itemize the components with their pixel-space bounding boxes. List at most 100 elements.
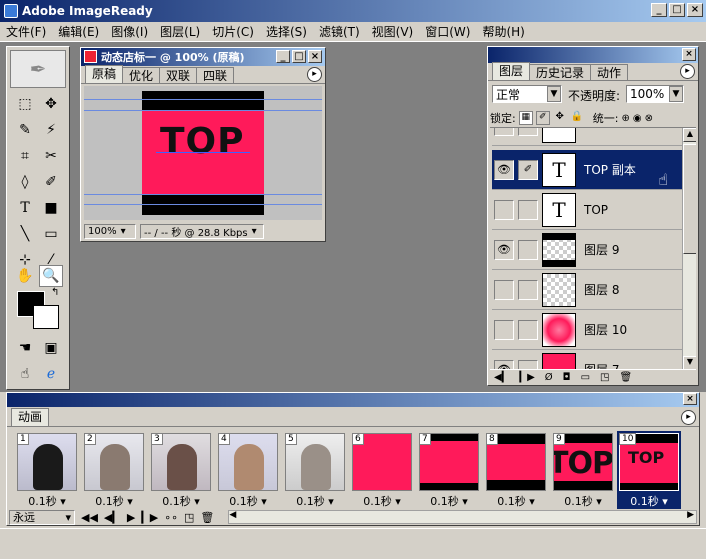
link-toggle[interactable] [518,239,538,260]
layers-scrollbar[interactable]: ▲ ▼ [682,128,696,369]
marquee-tool-icon[interactable]: ⬚ [13,93,37,115]
crop-tool-icon[interactable]: ⌗ [13,145,37,167]
new-layer-icon[interactable]: ◳ [600,372,609,383]
link-toggle[interactable] [518,128,538,136]
link-toggle[interactable] [518,319,538,340]
layer-row-7[interactable]: 👁 图层 7 [492,350,682,369]
animation-frame[interactable]: TOP 9 0.1秒 ▾ [551,431,615,509]
layer-row-top-copy[interactable]: 👁 ✐ T TOP 副本 ☝ [492,150,682,190]
tab-4up[interactable]: 四联 [196,67,235,83]
lock-all-icon[interactable]: 🔒 [570,111,584,125]
animation-frame[interactable]: 3 0.1秒 ▾ [149,431,213,509]
menu-filter[interactable]: 滤镜(T) [313,23,366,40]
menu-slice[interactable]: 切片(C) [206,23,260,40]
layer-row-9[interactable]: 👁 图层 9 [492,230,682,270]
loop-select[interactable]: 永远 ▾ [9,509,75,525]
rectangle-tool-icon[interactable]: ■ [39,197,63,219]
opacity-input[interactable]: 100% ▼ [626,85,684,103]
brush-tool-icon[interactable]: ✐ [39,171,63,193]
scroll-right-icon[interactable]: ▶ [687,510,694,520]
menu-file[interactable]: 文件(F) [0,23,52,40]
animation-close-button[interactable]: × [683,393,697,405]
new-set-icon[interactable]: ▭ [581,372,590,383]
browser-preview-icon[interactable]: ℯ [39,363,63,385]
doc-minimize-button[interactable]: _ [276,50,290,63]
swap-colors-icon[interactable]: ↰ [51,287,59,298]
tab-actions[interactable]: 动作 [590,64,629,80]
tab-original[interactable]: 原稿 [85,65,124,83]
zoom-dropdown[interactable]: 100% ▾ [84,223,136,239]
tween-icon[interactable]: ∘∘ [164,511,178,524]
eye-icon[interactable]: 👁 [494,239,514,260]
frame-delay[interactable]: 0.1秒 ▾ [350,493,414,509]
eye-icon[interactable]: 👁 [494,359,514,369]
layer-row-10[interactable]: 图层 10 [492,310,682,350]
zoom-tool-icon[interactable]: 🔍 [39,265,63,287]
frame-delay[interactable]: 0.1秒 ▾ [82,493,146,509]
lock-image-icon[interactable]: ✐ [535,111,550,125]
animation-frame-selected[interactable]: TOP 10 0.1秒 ▾ [617,431,681,509]
layer-row-top[interactable]: T TOP [492,190,682,230]
animation-frame[interactable]: 6 0.1秒 ▾ [350,431,414,509]
preview-mode-icon[interactable]: ▣ [39,337,63,359]
visibility-toggle[interactable] [494,199,514,220]
paintbrush-icon[interactable]: ✐ [518,159,538,180]
frame-delay[interactable]: 0.1秒 ▾ [283,493,347,509]
layer-style-icon[interactable]: Ø [545,372,553,383]
tab-2up[interactable]: 双联 [159,67,198,83]
layer-row-8[interactable]: 图层 8 [492,270,682,310]
scroll-thumb[interactable] [683,144,696,254]
link-toggle[interactable] [518,279,538,300]
layers-menu-icon[interactable]: ▸ [680,64,695,79]
animation-frame[interactable]: 7 0.1秒 ▾ [417,431,481,509]
menu-select[interactable]: 选择(S) [260,23,313,40]
frame-delay[interactable]: 0.1秒 ▾ [551,493,615,509]
tab-animation[interactable]: 动画 [11,408,50,426]
type-tool-icon[interactable]: T [13,197,37,219]
layer-row[interactable] [492,128,682,146]
eye-icon[interactable]: 👁 [494,159,514,180]
shape-tool-icon[interactable]: ▭ [39,223,63,245]
lock-position-icon[interactable]: ✥ [553,111,567,125]
frame-delay[interactable]: 0.1秒 ▾ [484,493,548,509]
layers-close-button[interactable]: × [682,48,696,61]
lasso-tool-icon[interactable]: ✎ [13,119,37,141]
visibility-toggle[interactable] [494,319,514,340]
menu-layer[interactable]: 图层(L) [154,23,206,40]
rewind-icon[interactable]: ◀◀ [81,511,98,524]
link-toggle[interactable] [518,199,538,220]
document-canvas[interactable]: TOP [84,86,322,220]
scroll-left-icon[interactable]: ◀ [229,510,236,520]
next-frame-icon[interactable]: ▎▶ [141,511,158,524]
animation-frame[interactable]: 4 0.1秒 ▾ [216,431,280,509]
frame-delay[interactable]: 0.1秒 ▾ [149,493,213,509]
toggle-view-icon[interactable]: ☚ [13,337,37,359]
jump-icon[interactable]: ☝ [13,363,37,385]
menu-edit[interactable]: 编辑(E) [52,23,105,40]
menu-help[interactable]: 帮助(H) [476,23,530,40]
link-toggle[interactable] [518,359,538,369]
minimize-button[interactable]: _ [651,3,667,17]
menu-view[interactable]: 视图(V) [366,23,420,40]
eraser-tool-icon[interactable]: ◊ [13,171,37,193]
frames-scrollbar[interactable]: ◀ ▶ [228,510,697,524]
download-time-dropdown[interactable]: -- / -- 秒 @ 28.8 Kbps ▾ [140,223,264,239]
doc-menu-icon[interactable]: ▸ [307,67,322,82]
play-icon[interactable]: ▶ [127,511,135,524]
scroll-down-icon[interactable]: ▼ [683,356,696,369]
visibility-toggle[interactable] [494,279,514,300]
trash-icon[interactable]: 🗑 [200,511,214,524]
frame-delay[interactable]: 0.1秒 ▾ [417,493,481,509]
animation-frame[interactable]: 1 0.1秒 ▾ [15,431,79,509]
doc-close-button[interactable]: × [308,50,322,63]
background-color-swatch[interactable] [33,305,59,329]
frame-delay[interactable]: 0.1秒 ▾ [617,493,681,509]
visibility-toggle[interactable] [494,128,514,136]
animation-frame[interactable]: 5 0.1秒 ▾ [283,431,347,509]
menu-image[interactable]: 图像(I) [105,23,154,40]
tab-layers[interactable]: 图层 [492,62,531,80]
line-tool-icon[interactable]: ╲ [13,223,37,245]
magic-wand-icon[interactable]: ⚡ [39,119,63,141]
tab-history[interactable]: 历史记录 [529,64,592,80]
prev-frame-icon[interactable]: ◀▎ [104,511,121,524]
